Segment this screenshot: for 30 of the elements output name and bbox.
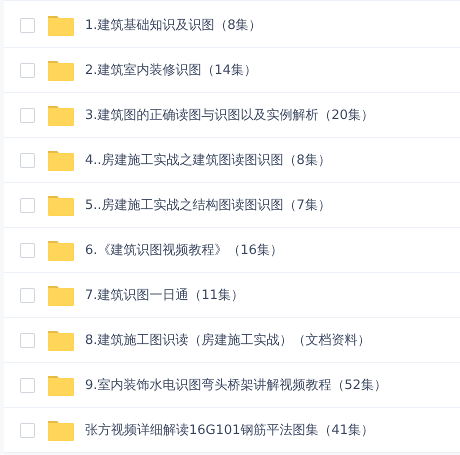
folder-name[interactable]: 9.室内装饰水电识图弯头桥架讲解视频教程（52集） xyxy=(85,376,387,394)
checkbox[interactable] xyxy=(20,288,35,302)
checkbox[interactable] xyxy=(20,152,35,168)
folder-name[interactable]: 4..房建施工实战之建筑图读图识图（8集） xyxy=(85,151,331,169)
folder-name[interactable]: 7.建筑识图一日通（11集） xyxy=(85,286,244,304)
folder-name[interactable]: 1.建筑基础知识及识图（8集） xyxy=(85,16,262,34)
folder-icon xyxy=(48,330,74,350)
folder-name[interactable]: 2.建筑室内装修识图（14集） xyxy=(85,61,257,79)
folder-icon xyxy=(48,420,74,440)
folder-name[interactable]: 张方视频详细解读16G101钢筋平法图集（41集） xyxy=(85,421,374,439)
folder-icon xyxy=(48,284,74,306)
folder-icon xyxy=(48,374,74,396)
checkbox[interactable] xyxy=(20,332,35,348)
checkbox[interactable] xyxy=(20,422,35,438)
folder-icon xyxy=(48,194,74,216)
checkbox[interactable] xyxy=(20,378,35,392)
folder-name[interactable]: 3.建筑图的正确读图与识图以及实例解析（20集） xyxy=(85,106,374,124)
folder-name[interactable]: 5..房建施工实战之结构图读图识图（7集） xyxy=(85,196,331,214)
folder-icon xyxy=(48,240,74,260)
checkbox[interactable] xyxy=(20,108,35,122)
folder-icon xyxy=(48,150,74,170)
checkbox[interactable] xyxy=(20,18,35,32)
checkbox[interactable] xyxy=(20,242,35,258)
folder-icon xyxy=(48,104,74,126)
folder-icon xyxy=(48,14,74,36)
checkbox[interactable] xyxy=(20,62,35,78)
folder-icon xyxy=(48,60,74,80)
checkbox[interactable] xyxy=(20,198,35,212)
folder-name[interactable]: 6.《建筑识图视频教程》（16集） xyxy=(85,241,283,259)
folder-name[interactable]: 8.建筑施工图识读（房建施工实战）（文档资料） xyxy=(85,331,370,349)
